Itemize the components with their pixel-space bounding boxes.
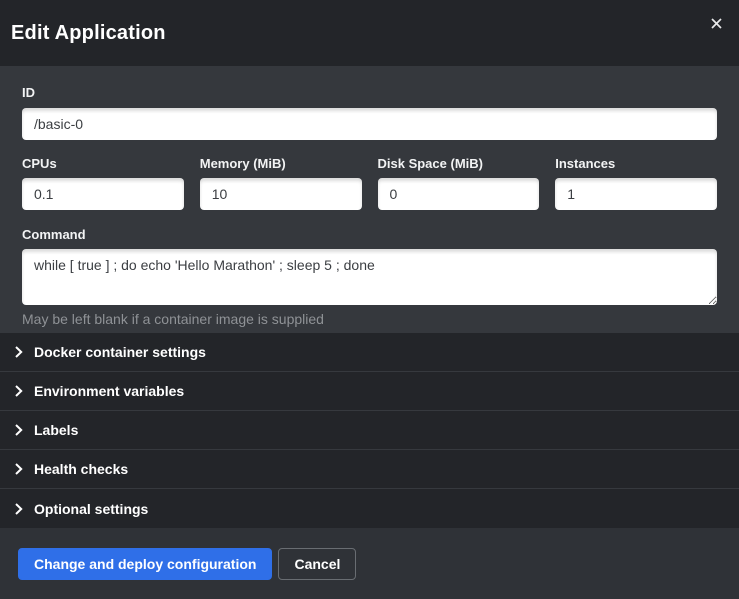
command-textarea[interactable]: while [ true ] ; do echo 'Hello Marathon… (22, 249, 717, 305)
id-input[interactable] (22, 108, 717, 140)
application-form: ID CPUs Memory (MiB) Disk Space (MiB) In… (0, 66, 739, 333)
id-field-group: ID (22, 86, 717, 140)
section-environment-variables[interactable]: Environment variables (0, 372, 739, 411)
section-label: Docker container settings (34, 344, 206, 360)
cpus-label: CPUs (22, 157, 184, 171)
section-labels[interactable]: Labels (0, 411, 739, 450)
close-icon (711, 18, 722, 29)
section-health-checks[interactable]: Health checks (0, 450, 739, 489)
disk-field-group: Disk Space (MiB) (378, 157, 540, 210)
change-and-deploy-button[interactable]: Change and deploy configuration (18, 548, 272, 580)
instances-input[interactable] (555, 178, 717, 210)
modal-header: Edit Application (0, 0, 739, 66)
chevron-right-icon (14, 503, 23, 515)
section-docker-container-settings[interactable]: Docker container settings (0, 333, 739, 372)
edit-application-modal: Edit Application ID CPUs Memory (MiB) (0, 0, 739, 599)
chevron-right-icon (14, 463, 23, 475)
memory-field-group: Memory (MiB) (200, 157, 362, 210)
collapsible-sections: Docker container settings Environment va… (0, 333, 739, 528)
disk-label: Disk Space (MiB) (378, 157, 540, 171)
section-label: Environment variables (34, 383, 184, 399)
chevron-right-icon (14, 385, 23, 397)
chevron-right-icon (14, 346, 23, 358)
resource-fields-row: CPUs Memory (MiB) Disk Space (MiB) Insta… (22, 157, 717, 210)
chevron-right-icon (14, 424, 23, 436)
command-field-group: Command while [ true ] ; do echo 'Hello … (22, 228, 717, 327)
id-label: ID (22, 86, 717, 100)
modal-footer: Change and deploy configuration Cancel (0, 528, 739, 599)
section-label: Optional settings (34, 501, 148, 517)
modal-title: Edit Application (11, 22, 166, 45)
instances-label: Instances (555, 157, 717, 171)
section-label: Labels (34, 422, 78, 438)
cpus-input[interactable] (22, 178, 184, 210)
command-help-text: May be left blank if a container image i… (22, 311, 717, 327)
close-button[interactable] (705, 12, 727, 34)
instances-field-group: Instances (555, 157, 717, 210)
cpus-field-group: CPUs (22, 157, 184, 210)
disk-input[interactable] (378, 178, 540, 210)
section-label: Health checks (34, 461, 128, 477)
memory-label: Memory (MiB) (200, 157, 362, 171)
command-label: Command (22, 228, 717, 242)
memory-input[interactable] (200, 178, 362, 210)
section-optional-settings[interactable]: Optional settings (0, 489, 739, 528)
cancel-button[interactable]: Cancel (278, 548, 356, 580)
